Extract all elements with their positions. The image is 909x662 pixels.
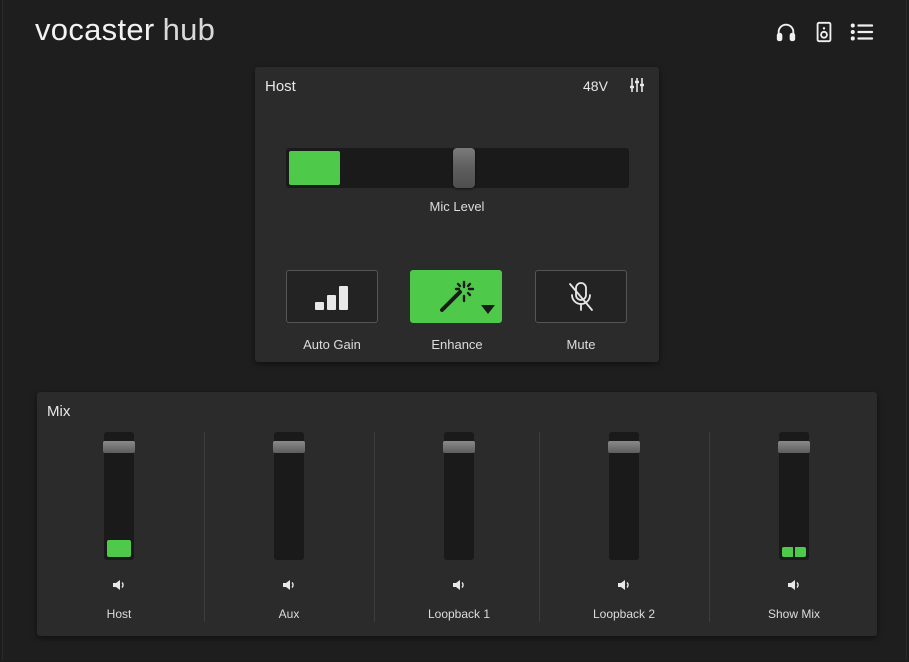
mix-fader[interactable] [778, 432, 810, 560]
channel-divider [204, 432, 205, 622]
mix-channel-label: Loopback 1 [427, 607, 491, 621]
speaker-icon[interactable] [281, 577, 297, 593]
mic-off-icon [569, 281, 593, 311]
signal-bars-icon [315, 285, 348, 310]
headphones-icon[interactable] [774, 20, 798, 44]
app-logo: vocaster hub [35, 12, 215, 48]
mix-fader-thumb[interactable] [273, 441, 305, 453]
speaker-icon[interactable] [111, 577, 127, 593]
mix-channel-label: Host [106, 607, 132, 621]
enhance-label: Enhance [431, 337, 483, 352]
mix-channel-loopback-1: Loopback 1 [399, 392, 519, 636]
mix-channel-show-mix: Show Mix [734, 392, 854, 636]
mix-fader[interactable] [443, 432, 475, 560]
mix-meter [782, 547, 806, 557]
mix-panel: Mix Host Aux Loopback 1 Loopback 2 Show … [37, 392, 877, 636]
host-panel: Host 48V Mic Level Auto Gain Enhance Mut… [255, 67, 659, 362]
header-toolbar [774, 20, 874, 44]
mix-fader-thumb[interactable] [778, 441, 810, 453]
mute-label: Mute [566, 337, 596, 352]
host-title: Host [265, 78, 296, 95]
app-window: vocaster hub Host 48V Mic Level Auto Gai… [2, 0, 907, 660]
mix-channel-aux: Aux [229, 392, 349, 636]
sliders-icon[interactable] [629, 77, 647, 95]
phantom-power-toggle[interactable]: 48V [583, 78, 608, 94]
enhance-dropdown-arrow[interactable] [481, 305, 495, 314]
auto-gain-button[interactable] [286, 270, 378, 323]
auto-gain-label: Auto Gain [303, 337, 361, 352]
speaker-icon[interactable] [786, 577, 802, 593]
mic-level-label: Mic Level [429, 199, 485, 214]
mix-fader[interactable] [273, 432, 305, 560]
mic-level-thumb[interactable] [453, 148, 475, 188]
speaker-icon[interactable] [616, 577, 632, 593]
enhance-button[interactable] [410, 270, 502, 323]
mix-fader-thumb[interactable] [608, 441, 640, 453]
mix-fader-thumb[interactable] [443, 441, 475, 453]
mix-channel-host: Host [59, 392, 179, 636]
mix-channel-label: Loopback 2 [592, 607, 656, 621]
mix-channel-loopback-2: Loopback 2 [564, 392, 684, 636]
speaker-icon[interactable] [451, 577, 467, 593]
mix-meter [107, 540, 131, 557]
mix-channel-label: Show Mix [767, 607, 820, 621]
channel-divider [374, 432, 375, 622]
channel-divider [709, 432, 710, 622]
mix-channel-label: Aux [278, 607, 300, 621]
mic-level-slider[interactable] [286, 148, 629, 188]
menu-list-icon[interactable] [850, 20, 874, 44]
mute-button[interactable] [535, 270, 627, 323]
mix-fader[interactable] [608, 432, 640, 560]
speaker-box-icon[interactable] [812, 20, 836, 44]
channel-divider [539, 432, 540, 622]
logo-word-hub: hub [162, 12, 216, 47]
mic-level-meter [289, 151, 340, 185]
logo-word-vocaster: vocaster [35, 12, 155, 47]
mix-fader[interactable] [103, 432, 135, 560]
mix-fader-thumb[interactable] [103, 441, 135, 453]
magic-wand-icon [440, 280, 475, 312]
